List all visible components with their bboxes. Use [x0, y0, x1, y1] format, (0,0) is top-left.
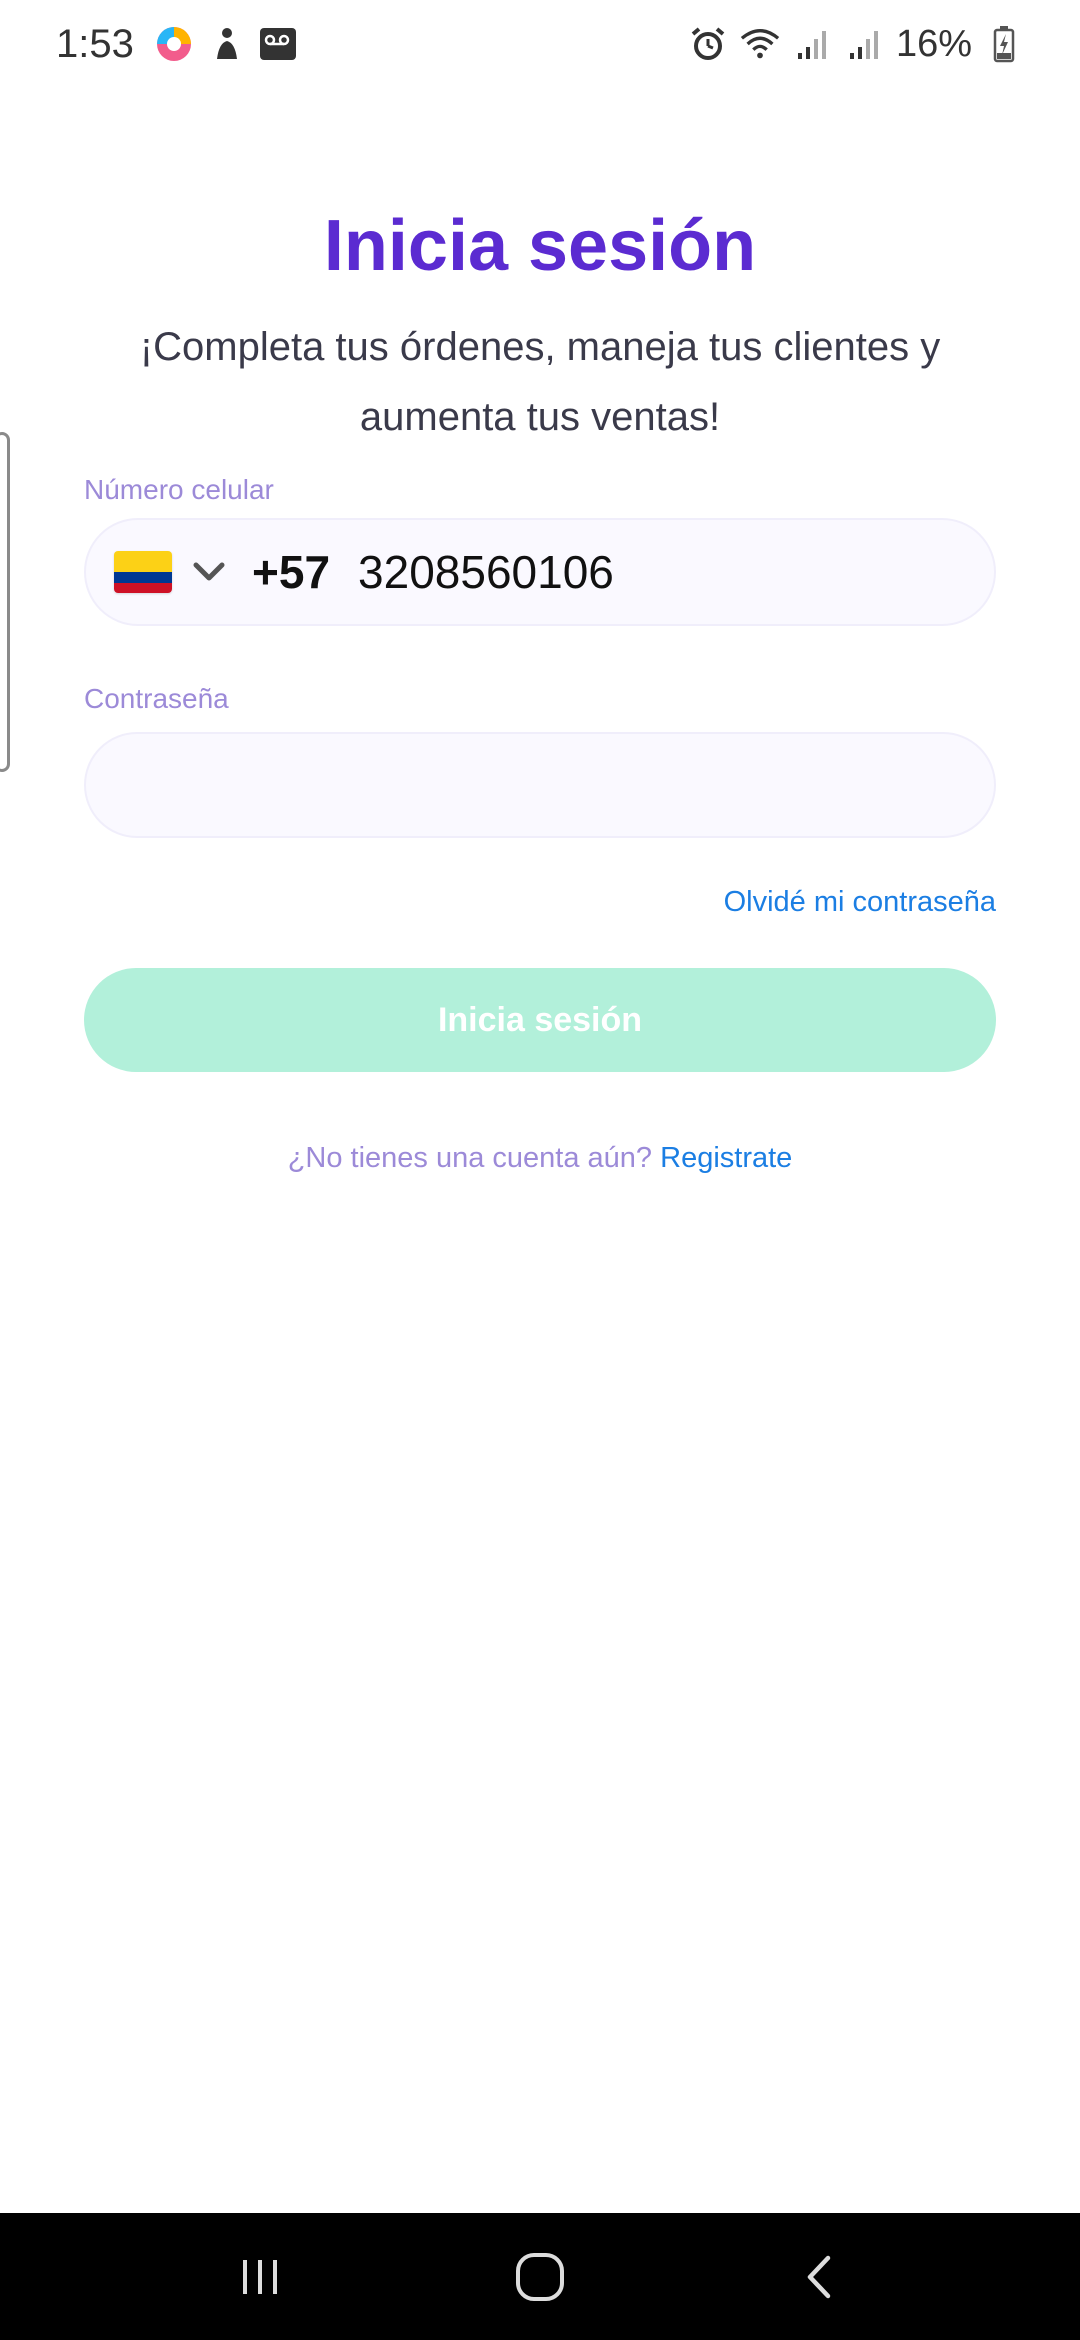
- home-icon[interactable]: [500, 2237, 580, 2317]
- login-screen: 1:53 16% Inicia sesión ¡Completa tus órd…: [0, 0, 1080, 2340]
- edge-panel-handle[interactable]: [0, 432, 10, 772]
- chevron-down-icon[interactable]: [190, 553, 228, 591]
- colombia-flag-icon[interactable]: [114, 551, 172, 593]
- recent-apps-icon[interactable]: [220, 2237, 300, 2317]
- forgot-password-link[interactable]: Olvidé mi contraseña: [724, 886, 996, 919]
- status-time: 1:53: [56, 21, 134, 66]
- phone-input-field[interactable]: +57 3208560106: [84, 518, 996, 626]
- login-button[interactable]: Inicia sesión: [84, 968, 996, 1072]
- signal-icon: [792, 24, 832, 64]
- battery-charging-icon: [984, 24, 1024, 64]
- phone-label: Número celular: [84, 474, 274, 505]
- app-circle-icon: [154, 24, 194, 64]
- voicemail-icon: [258, 24, 298, 64]
- back-icon[interactable]: [780, 2237, 860, 2317]
- status-bar: 1:53 16%: [0, 0, 1080, 88]
- accessibility-icon: [206, 24, 246, 64]
- password-label: Contraseña: [84, 683, 229, 714]
- status-bar-right: 16%: [688, 23, 1024, 66]
- battery-percent: 16%: [895, 22, 972, 65]
- register-link[interactable]: Registrate: [660, 1142, 792, 1174]
- register-row: ¿No tienes una cuenta aún? Registrate: [0, 1142, 1080, 1175]
- password-input-field[interactable]: [84, 732, 996, 838]
- page-subtitle: ¡Completa tus órdenes, maneja tus client…: [139, 325, 941, 439]
- navigation-bar: [0, 2213, 1080, 2340]
- wifi-icon: [740, 24, 780, 64]
- status-bar-left: 1:53: [56, 22, 298, 67]
- dial-code: +57: [252, 546, 331, 598]
- signal-icon: [844, 24, 884, 64]
- page-title: Inicia sesión: [323, 206, 757, 286]
- no-account-text: ¿No tienes una cuenta aún?: [287, 1142, 653, 1174]
- alarm-icon: [688, 24, 728, 64]
- phone-number-value[interactable]: 3208560106: [358, 545, 614, 599]
